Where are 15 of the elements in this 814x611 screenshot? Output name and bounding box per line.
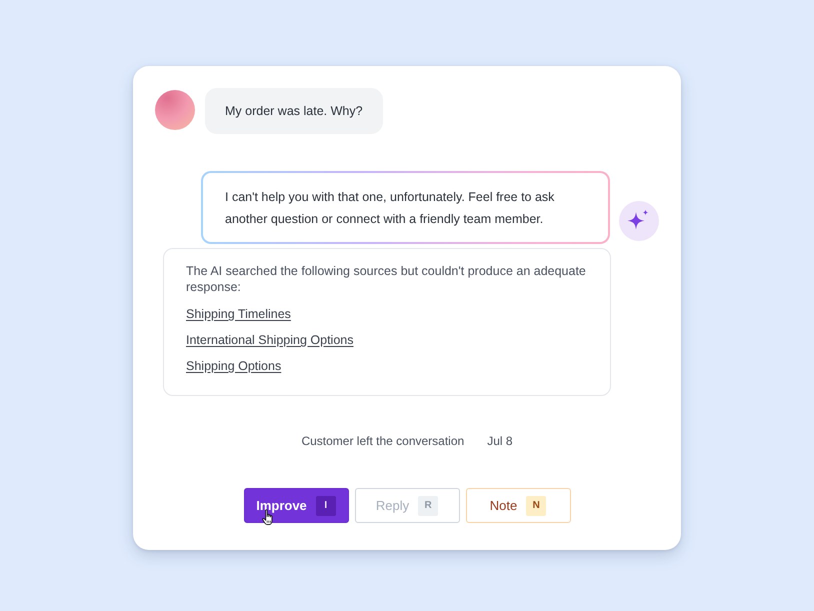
customer-message: My order was late. Why? — [205, 88, 383, 134]
shortcut-key: R — [418, 496, 438, 516]
ai-reply-message: I can't help you with that one, unfortunately. Feel free to ask another question or connect with a friendly team member. — [201, 171, 610, 244]
source-link[interactable]: International Shipping Options — [186, 332, 354, 348]
event-text: Customer left the conversation — [301, 434, 464, 448]
avatar — [155, 90, 195, 130]
sources-intro: The AI searched the following sources but couldn't produce an adequate response: — [186, 263, 587, 295]
source-link[interactable]: Shipping Options — [186, 358, 282, 374]
shortcut-key: N — [526, 496, 546, 516]
action-button[interactable]: Improve I — [244, 488, 348, 523]
sparkle-icon — [619, 201, 659, 241]
event-date: Jul 8 — [487, 434, 513, 448]
action-button[interactable]: Note N — [466, 488, 570, 523]
shortcut-key: I — [316, 496, 336, 516]
source-link[interactable]: Shipping Timelines — [186, 306, 291, 322]
